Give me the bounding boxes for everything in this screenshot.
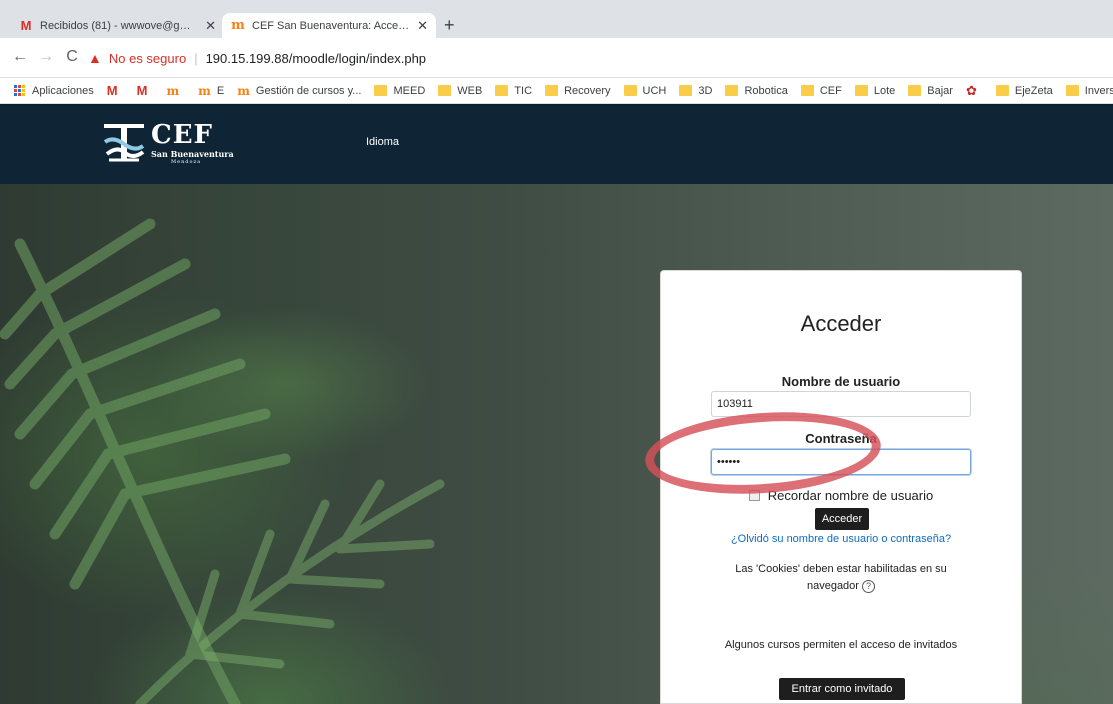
moodle-icon: m: [198, 83, 211, 98]
reload-icon[interactable]: C: [62, 46, 82, 68]
gmail-icon: M: [106, 83, 118, 98]
bookmark-gestion-cursos[interactable]: m Gestión de cursos y...: [237, 84, 361, 98]
divider: |: [194, 50, 198, 66]
bookmark-label: TIC: [514, 84, 533, 97]
bookmark-label: WEB: [457, 84, 483, 97]
browser-tab-strip: M Recibidos (81) - wwwove@gmail. ✕ m CEF…: [0, 0, 1113, 38]
bookmark-folder-recovery[interactable]: Recovery: [545, 84, 611, 97]
folder-icon: [908, 85, 922, 96]
folder-icon: [374, 85, 388, 96]
folder-icon: [800, 85, 814, 96]
bookmark-label: EjeZeta: [1014, 84, 1053, 97]
close-icon[interactable]: ✕: [205, 18, 216, 34]
logo-city: Mendoza: [171, 158, 202, 165]
folder-icon: [545, 85, 559, 96]
folder-icon: [995, 85, 1009, 96]
bookmark-gmail[interactable]: M: [107, 83, 124, 98]
password-label: Contraseña: [805, 431, 877, 446]
folder-icon: [623, 85, 637, 96]
logo-subtitle: San Buenaventura: [151, 148, 234, 159]
bookmark-flower[interactable]: ✿: [966, 83, 983, 99]
back-icon[interactable]: ←: [10, 46, 30, 68]
bookmark-folder-lote[interactable]: Lote: [854, 84, 896, 97]
username-input[interactable]: 103911: [711, 391, 971, 417]
password-input[interactable]: ••••••: [711, 449, 971, 475]
bookmark-label: 3D: [698, 84, 713, 97]
login-title: Acceder: [800, 311, 882, 336]
logo-text: CEF San Buenaventura Mendoza: [151, 122, 234, 165]
remember-checkbox[interactable]: [748, 490, 760, 501]
browser-toolbar: ← → C ▲ No es seguro | 190.15.199.88/moo…: [0, 38, 1113, 78]
bookmark-label: Lote: [873, 84, 896, 97]
site-logo[interactable]: CEF San Buenaventura Mendoza: [101, 120, 234, 166]
folder-icon: [1065, 85, 1079, 96]
bookmark-label: Bajar: [927, 84, 953, 97]
bookmark-label: MEED: [393, 84, 426, 97]
url-text[interactable]: 190.15.199.88/moodle/login/index.php: [206, 51, 426, 66]
flower-icon: ✿: [965, 82, 977, 98]
bookmark-label: Gestión de cursos y...: [255, 84, 362, 97]
close-icon[interactable]: ✕: [417, 18, 428, 34]
cookies-notice: Las 'Cookies' deben estar habilitadas en…: [711, 561, 971, 595]
bookmark-folder-meed[interactable]: MEED: [374, 85, 425, 97]
bookmark-folder-robotica[interactable]: Robotica: [725, 84, 788, 97]
bookmark-label: Invers: [1084, 84, 1113, 97]
folder-icon: [679, 85, 693, 96]
bookmark-label: CEF: [819, 84, 842, 97]
tab-gmail[interactable]: M Recibidos (81) - wwwove@gmail. ✕: [10, 13, 224, 38]
bookmark-folder-cef[interactable]: CEF: [800, 84, 842, 97]
new-tab-button[interactable]: +: [444, 14, 455, 36]
security-status[interactable]: No es seguro: [109, 51, 186, 66]
bookmark-folder-invers[interactable]: Invers: [1065, 84, 1113, 97]
guest-login-button[interactable]: Entrar como invitado: [779, 678, 905, 700]
remember-username[interactable]: Recordar nombre de usuario: [661, 488, 1021, 503]
gmail-icon: M: [136, 83, 148, 98]
folder-icon: [725, 85, 739, 96]
language-menu[interactable]: Idioma: [366, 136, 399, 148]
forgot-password-link[interactable]: ¿Olvidó su nombre de usuario o contraseñ…: [661, 533, 1021, 545]
bookmark-folder-ejezeta[interactable]: EjeZeta: [995, 84, 1053, 97]
remember-label: Recordar nombre de usuario: [767, 488, 934, 503]
bookmark-label: UCH: [642, 84, 667, 97]
login-button[interactable]: Acceder: [815, 508, 869, 530]
folder-icon: [495, 85, 509, 96]
moodle-icon: m: [231, 18, 245, 33]
gmail-icon: M: [20, 18, 32, 33]
site-header: CEF San Buenaventura Mendoza Idioma: [0, 104, 1113, 184]
bookmark-label: Recovery: [564, 84, 611, 97]
bookmark-moodle-e[interactable]: mE: [198, 84, 224, 98]
bookmark-folder-bajar[interactable]: Bajar: [908, 85, 953, 97]
moodle-icon: m: [166, 83, 180, 98]
bookmark-apps[interactable]: Aplicaciones: [14, 84, 94, 97]
bookmark-folder-web[interactable]: WEB: [438, 85, 482, 97]
tab-title: Recibidos (81) - wwwove@gmail.: [40, 19, 200, 32]
bookmark-folder-uch[interactable]: UCH: [623, 84, 667, 97]
bookmark-moodle[interactable]: m: [166, 84, 185, 98]
help-icon[interactable]: ?: [862, 579, 876, 593]
logo-emblem-icon: [101, 120, 147, 166]
bookmark-gmail[interactable]: M: [137, 83, 154, 98]
logo-name: CEF: [151, 119, 213, 150]
username-label: Nombre de usuario: [781, 374, 901, 389]
tab-moodle-login[interactable]: m CEF San Buenaventura: Acceder a ✕: [222, 13, 436, 38]
bookmarks-bar: Aplicaciones M M m mE m Gestión de cursos…: [0, 78, 1113, 104]
cookies-text: Las 'Cookies' deben estar habilitadas en…: [735, 563, 947, 592]
apps-icon: [14, 84, 26, 97]
folder-icon: [438, 85, 452, 96]
moodle-icon: m: [237, 83, 250, 98]
bookmark-folder-tic[interactable]: TIC: [495, 85, 532, 97]
bookmark-label: E: [216, 84, 225, 97]
bookmark-folder-3d[interactable]: 3D: [679, 85, 712, 97]
bookmark-label: Aplicaciones: [32, 84, 94, 97]
warning-icon: ▲: [88, 50, 102, 66]
address-bar[interactable]: ▲ No es seguro | 190.15.199.88/moodle/lo…: [88, 47, 1113, 69]
fern-illustration: [0, 218, 445, 704]
guest-notice: Algunos cursos permiten el acceso de inv…: [724, 639, 958, 651]
bookmark-label: Robotica: [744, 84, 788, 97]
forward-icon[interactable]: →: [36, 46, 56, 68]
tab-title: CEF San Buenaventura: Acceder a: [252, 19, 412, 32]
login-card: Acceder Nombre de usuario 103911 Contras…: [660, 270, 1022, 704]
folder-icon: [854, 85, 868, 96]
